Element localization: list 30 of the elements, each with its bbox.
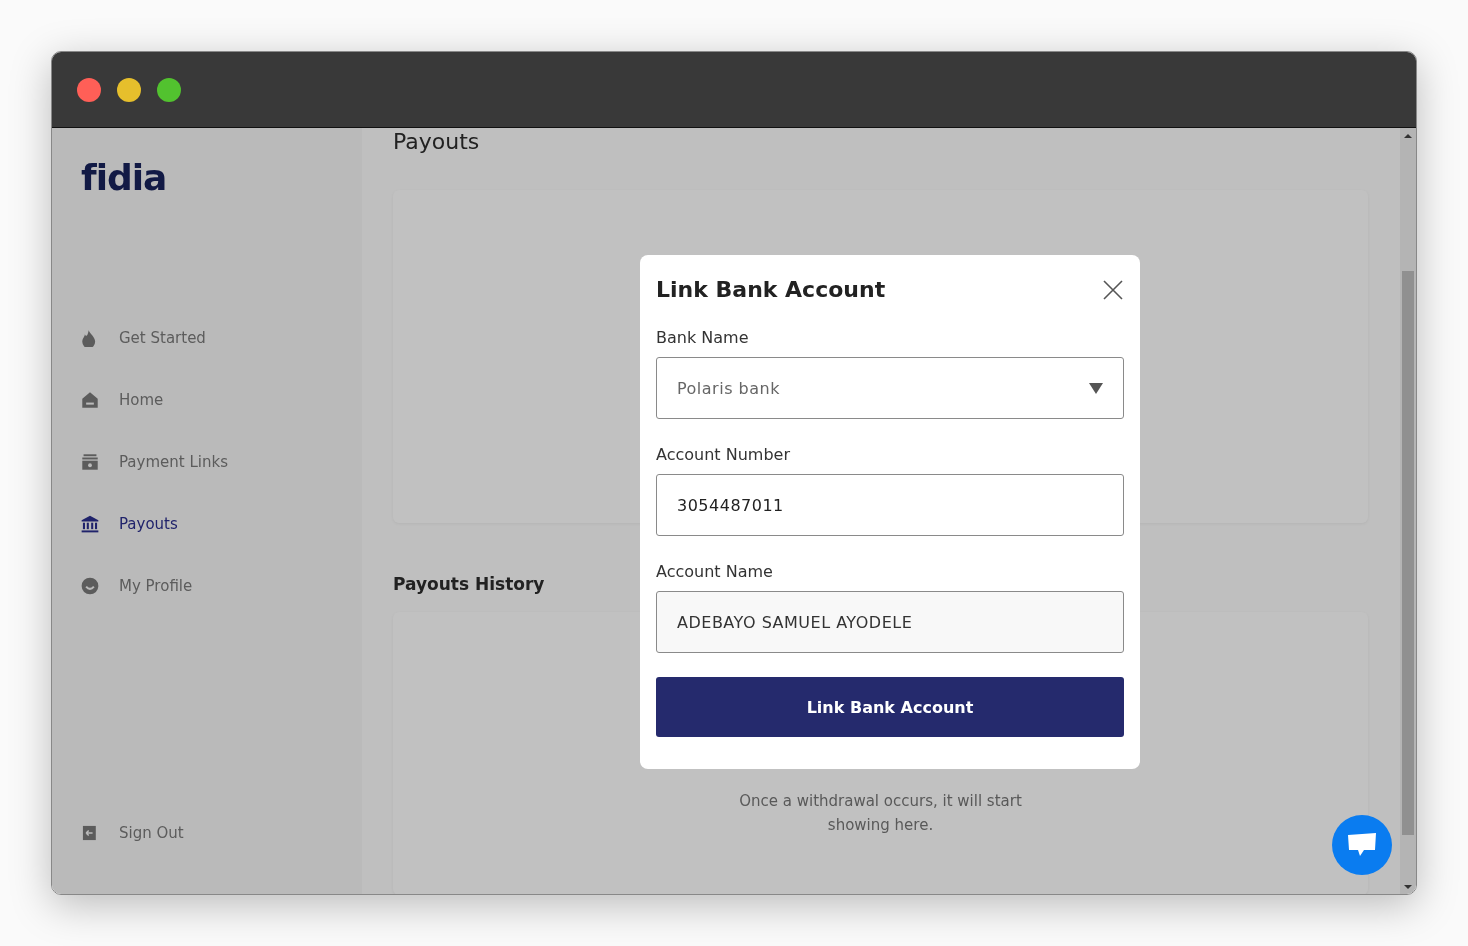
field-label: Account Number (656, 445, 791, 464)
sign-out-link[interactable]: Sign Out (81, 815, 362, 851)
close-icon[interactable] (1102, 278, 1124, 301)
page-heading: Payouts (393, 128, 480, 156)
bank-select[interactable]: Polaris bank (656, 357, 1124, 419)
window-maximize-button[interactable] (157, 77, 181, 102)
register-icon (81, 453, 99, 471)
smiley-icon (81, 577, 99, 595)
fidia-logo: fidia (81, 156, 167, 200)
field-label: Bank Name (656, 328, 750, 347)
nav-item[interactable]: Payouts (81, 506, 362, 542)
house-icon (81, 391, 99, 409)
scrollbar[interactable] (1400, 128, 1416, 894)
nav-item[interactable]: My Profile (81, 568, 362, 604)
nav-item[interactable]: Get Started (81, 320, 362, 356)
nav-item[interactable]: Payment Links (81, 444, 362, 480)
exit-icon (81, 824, 99, 842)
account-number-field[interactable]: 3054487011 (656, 474, 1124, 536)
dropdown-caret-icon (1089, 382, 1103, 394)
section-heading: Payouts History (393, 574, 545, 594)
modal-title: Link Bank Account (656, 277, 886, 302)
bank-icon (81, 515, 99, 533)
window-minimize-button[interactable] (117, 77, 141, 102)
link-bank-account-button[interactable]: Link Bank Account (656, 677, 1124, 737)
chat-bubble-icon (1347, 832, 1377, 858)
nav-item[interactable]: Home (81, 382, 362, 418)
field-label: Account Name (656, 562, 774, 581)
empty-state-message: Once a withdrawal occurs, it will start showing here. (738, 791, 1023, 836)
account-name-field[interactable]: ADEBAYO SAMUEL AYODELE (656, 591, 1124, 653)
window-close-button[interactable] (77, 77, 101, 102)
